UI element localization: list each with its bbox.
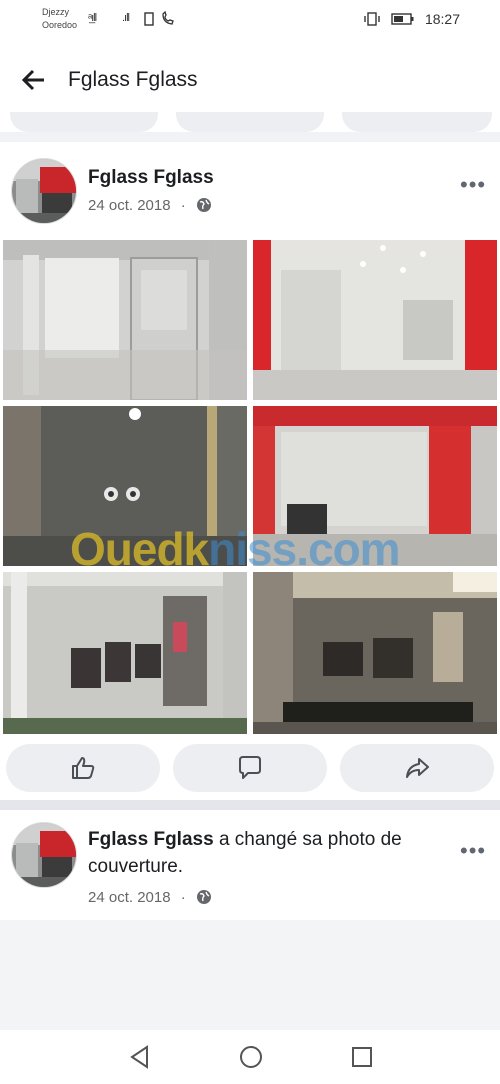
status-bar: Djezzy Ooredoo ᵃ̲ıll .ıll 18:27 [0, 0, 500, 40]
globe-icon [196, 198, 211, 212]
carrier-2: Ooredoo [42, 20, 78, 30]
post-meta: 24 oct. 2018 · [88, 889, 212, 906]
more-options-icon[interactable]: ••• [460, 840, 486, 862]
post-header-text: Fglass Fglass a changé sa photo de couve… [88, 826, 448, 880]
signal-icon-1: ᵃ̲ıll [88, 12, 97, 24]
photo-1[interactable] [3, 240, 247, 400]
profile-tabs-row [0, 112, 500, 132]
post-author[interactable]: Fglass Fglass [88, 167, 214, 189]
meta-separator: · [180, 197, 186, 214]
photo-3[interactable] [3, 406, 247, 566]
avatar-image [12, 823, 76, 887]
avatar[interactable] [11, 158, 77, 224]
photo-6[interactable] [253, 572, 497, 734]
system-nav-bar [0, 1030, 500, 1084]
globe-icon [196, 890, 211, 904]
wifi-call-icon [162, 11, 174, 25]
avatar-image [12, 159, 76, 223]
nav-home-icon[interactable] [238, 1044, 264, 1070]
nav-recents-icon[interactable] [349, 1044, 375, 1070]
post-date[interactable]: 24 oct. 2018 [88, 197, 171, 214]
comment-button[interactable] [173, 744, 327, 792]
signal-icon-2: .ıll [122, 12, 130, 24]
like-button[interactable] [6, 744, 160, 792]
sim-icon [144, 12, 154, 26]
photo-grid [3, 240, 497, 734]
meta-separator: · [180, 889, 186, 906]
profile-chip[interactable] [176, 112, 324, 132]
app-header: Fglass Fglass [0, 40, 500, 120]
avatar[interactable] [11, 822, 77, 888]
photo-2[interactable] [253, 240, 497, 400]
share-button[interactable] [340, 744, 494, 792]
section-divider [0, 800, 500, 810]
carrier-1: Djezzy [42, 7, 70, 17]
post-date[interactable]: 24 oct. 2018 [88, 889, 171, 906]
profile-chip[interactable] [342, 112, 492, 132]
vibrate-icon [364, 12, 380, 26]
post-meta: 24 oct. 2018 · [88, 197, 212, 214]
carrier-names: Djezzy Ooredoo [42, 6, 77, 32]
page-title: Fglass Fglass [68, 68, 198, 91]
post-author[interactable]: Fglass Fglass [88, 829, 214, 850]
more-options-icon[interactable]: ••• [460, 174, 486, 196]
photo-5[interactable] [3, 572, 247, 734]
post-actions [0, 744, 500, 794]
comment-icon [239, 756, 261, 779]
section-divider [0, 132, 500, 142]
content-placeholder [0, 920, 500, 1030]
profile-chip[interactable] [10, 112, 158, 132]
photo-4[interactable] [253, 406, 497, 566]
clock: 18:27 [424, 11, 460, 27]
status-right: 18:27 [363, 11, 460, 27]
share-icon [406, 758, 429, 778]
nav-back-icon[interactable] [127, 1044, 153, 1070]
battery-icon [391, 13, 414, 25]
thumbs-up-icon [72, 757, 95, 779]
back-arrow-icon[interactable] [20, 66, 48, 94]
